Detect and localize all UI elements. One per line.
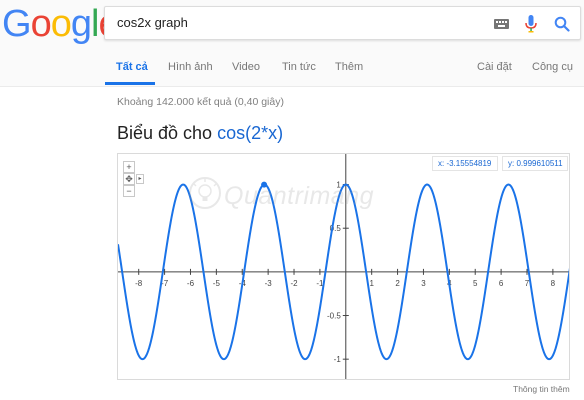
x-tick-label: -3 [265,279,273,288]
zoom-in-button[interactable]: + [123,161,135,173]
logo-letter: g [70,3,92,45]
tab-settings[interactable]: Cài đặt [477,61,512,73]
graph-title-prefix: Biểu đồ cho [117,123,213,143]
tab-news[interactable]: Tin tức [282,61,316,73]
graph-function-link[interactable]: cos(2*x) [217,123,283,143]
y-coordinate-readout: y: 0.999610511 [502,156,568,171]
active-tab-indicator [105,82,155,85]
keyboard-icon[interactable] [494,19,509,29]
watermark: Quantrimang [188,176,428,216]
x-tick-label: 6 [499,279,504,288]
x-tick-label: -6 [187,279,195,288]
x-tick-label: 1 [369,279,374,288]
more-info-link[interactable]: Thông tin thêm [513,384,570,394]
zoom-out-button[interactable]: − [123,185,135,197]
tab-tools[interactable]: Công cụ [532,61,573,73]
x-tick-label: 2 [395,279,400,288]
tab-videos[interactable]: Video [232,61,260,73]
search-input[interactable] [117,7,477,39]
logo-letter: o [30,3,52,45]
google-logo[interactable]: Google [2,3,120,45]
tab-images[interactable]: Hình ảnh [168,61,213,73]
microphone-icon[interactable] [525,15,537,33]
tab-more[interactable]: Thêm [335,61,363,73]
nav-bar: Tất cả Hình ảnh Video Tin tức Thêm Cài đ… [0,52,584,87]
result-stats: Khoảng 142.000 kết quả (0,40 giây) [117,96,284,108]
logo-letter: G [2,3,32,45]
logo-letter: o [50,3,72,45]
watermark-text: Quantrimang [224,182,375,210]
header: Google Tất cả Hình ảnh Video Tin tức Thê… [0,0,584,87]
search-icon[interactable] [554,16,570,32]
y-tick-label: -1 [334,355,342,364]
lightbulb-icon [189,177,221,209]
graph-title: Biểu đồ cho cos(2*x) [117,123,283,144]
search-box[interactable] [104,6,581,40]
x-tick-label: 3 [421,279,426,288]
pan-button[interactable]: ✥ [123,173,135,185]
graph-plot[interactable]: -8 -7 -6 -5 -4 -3 -2 -1 1 2 3 4 5 6 7 8 -1 -0.5 0.5 1 Quant… [117,153,570,380]
x-tick-label: -8 [135,279,143,288]
x-tick-label: 5 [473,279,478,288]
tab-all[interactable]: Tất cả [116,61,148,73]
y-tick-label: -0.5 [327,312,341,321]
pan-arrow-icon[interactable]: ▸ [136,174,144,184]
logo-letter: l [90,3,100,45]
x-coordinate-readout: x: -3.15554819 [432,156,498,171]
x-tick-label: -2 [290,279,298,288]
x-tick-label: 8 [551,279,556,288]
x-tick-label: -5 [213,279,221,288]
